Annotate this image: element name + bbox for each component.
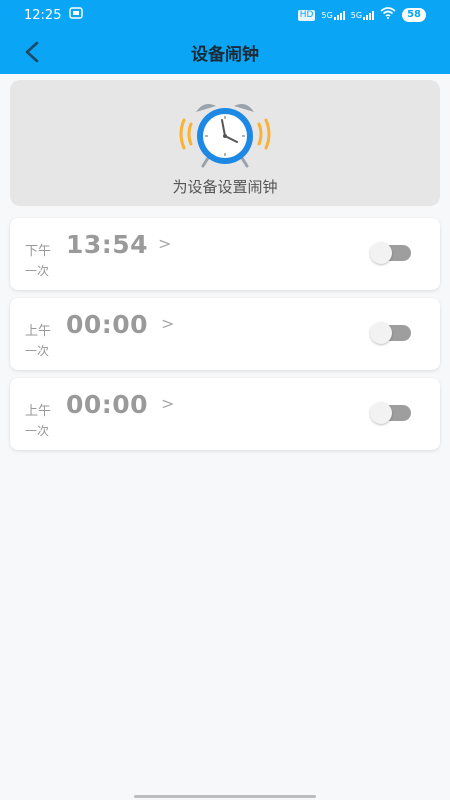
alarm-row[interactable]: 下午 13:54 > 一次 <box>10 218 440 290</box>
signal-2: 5G <box>350 10 375 20</box>
alarm-toggle[interactable] <box>370 242 411 264</box>
status-time: 12:25 <box>24 7 62 23</box>
chevron-right-icon[interactable]: > <box>161 314 174 333</box>
toggle-knob <box>370 242 392 264</box>
alarm-ampm: 上午 <box>25 404 52 419</box>
hero-caption: 为设备设置闹钟 <box>172 178 278 196</box>
notification-icon <box>69 7 84 23</box>
page-title: 设备闹钟 <box>191 44 259 65</box>
alarm-clock-icon <box>170 98 280 174</box>
home-indicator[interactable] <box>134 795 316 798</box>
chevron-left-icon <box>25 41 39 63</box>
hero-card: 为设备设置闹钟 <box>10 80 440 206</box>
alarm-row[interactable]: 上午 00:00 > 一次 <box>10 378 440 450</box>
nav-bar: 设备闹钟 <box>0 30 450 74</box>
alarm-repeat: 一次 <box>25 424 50 438</box>
hd-badge: HD <box>297 9 316 21</box>
signal-2-label: 5G <box>350 11 363 20</box>
chevron-right-icon[interactable]: > <box>161 394 174 413</box>
alarm-time: 13:54 <box>66 230 149 259</box>
alarm-row[interactable]: 上午 00:00 > 一次 <box>10 298 440 370</box>
alarm-ampm: 下午 <box>25 244 52 259</box>
chevron-right-icon[interactable]: > <box>158 234 171 253</box>
alarm-ampm: 上午 <box>25 324 52 339</box>
signal-bars-icon <box>363 10 375 20</box>
alarm-repeat: 一次 <box>25 344 50 358</box>
alarm-toggle[interactable] <box>370 322 411 344</box>
status-left: 12:25 <box>24 7 84 23</box>
alarm-time: 00:00 <box>66 310 149 339</box>
wifi-icon <box>380 7 396 23</box>
signal-1-label: 5G <box>321 11 333 20</box>
signal-1: 5G <box>321 10 345 20</box>
toggle-knob <box>370 402 392 424</box>
back-button[interactable] <box>18 38 46 66</box>
alarm-toggle[interactable] <box>370 402 411 424</box>
status-right: HD 5G 5G 58 <box>297 7 426 23</box>
signal-bars-icon <box>333 10 345 20</box>
alarm-time: 00:00 <box>66 390 149 419</box>
battery-indicator: 58 <box>402 8 426 22</box>
toggle-knob <box>370 322 392 344</box>
status-bar: 12:25 HD 5G 5G 58 <box>0 0 450 30</box>
alarm-repeat: 一次 <box>25 264 50 278</box>
